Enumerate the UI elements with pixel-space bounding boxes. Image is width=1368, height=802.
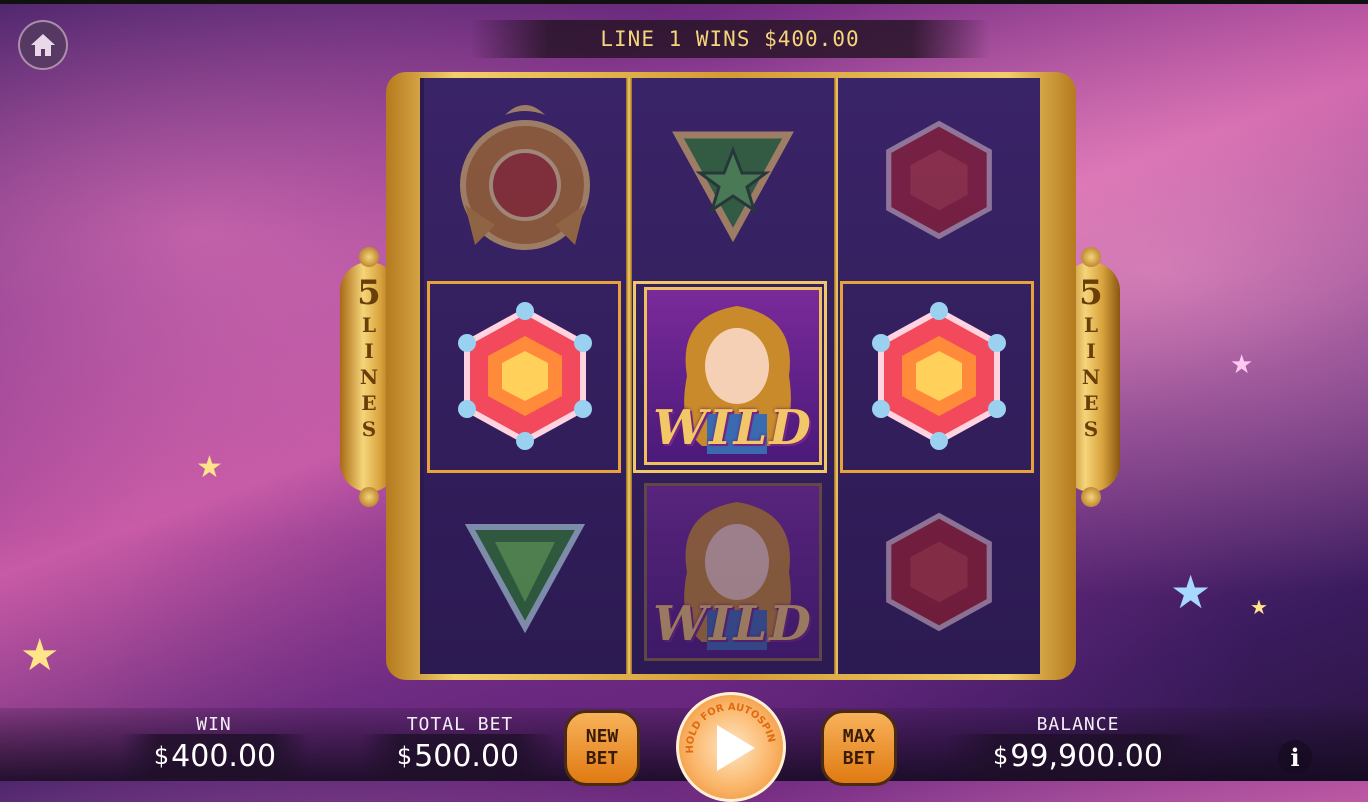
win-line-text: LINE 1 WINS $400.00 (600, 27, 860, 51)
total-bet-label: TOTAL BET (406, 714, 514, 735)
max-bet-line1: MAX (842, 726, 876, 747)
total-bet-amount: 500.00 (414, 738, 520, 774)
red-gem-symbol (838, 82, 1040, 278)
win-highlight (840, 281, 1034, 473)
star-decor: ★ (1250, 595, 1268, 619)
lines-letter: N (359, 365, 379, 389)
lines-letter: I (1086, 339, 1096, 363)
new-bet-button[interactable]: NEW BET (564, 710, 640, 786)
win-value: $400.00 (120, 734, 310, 778)
lines-count: 5 (357, 273, 381, 313)
lines-letter: S (361, 417, 377, 441)
lines-letter: L (1083, 313, 1099, 337)
home-icon (31, 34, 55, 56)
lines-letter: S (1083, 417, 1099, 441)
sun-emblem-symbol (424, 82, 626, 278)
green-gem-icon (464, 524, 586, 634)
balance-value: $99,900.00 (946, 734, 1210, 778)
max-bet-button[interactable]: MAX BET (821, 710, 897, 786)
star-shield-symbol (632, 82, 834, 278)
lines-letter: I (364, 339, 374, 363)
sun-emblem-icon (460, 105, 590, 250)
info-icon: i (1290, 742, 1300, 772)
balance-currency: $ (993, 742, 1009, 770)
total-bet-currency: $ (396, 742, 413, 770)
lines-count: 5 (1079, 273, 1103, 313)
total-bet-value: $500.00 (360, 734, 556, 778)
win-amount: 400.00 (171, 738, 277, 774)
new-bet-line1: NEW (585, 726, 619, 747)
lines-letter: L (361, 313, 377, 337)
wild-card: WILD (644, 483, 822, 661)
new-bet-line2: BET (585, 748, 619, 769)
play-icon (717, 725, 755, 771)
badge-knob (359, 247, 379, 267)
badge-knob (1081, 247, 1101, 267)
win-label: WIN (196, 714, 232, 735)
red-gem-icon (886, 512, 992, 632)
star-decor: ★ (1170, 565, 1212, 619)
star-decor: ★ (1230, 350, 1254, 380)
wild-symbol: WILD (632, 474, 834, 670)
star-decor: ★ (20, 630, 60, 681)
home-button[interactable] (18, 20, 68, 70)
top-edge (0, 0, 1368, 4)
badge-knob (1081, 487, 1101, 507)
star-decor: ★ (196, 450, 223, 485)
red-gem-icon (886, 120, 992, 240)
win-highlight (427, 281, 621, 473)
lines-letter: N (1081, 365, 1101, 389)
balance-amount: 99,900.00 (1010, 738, 1163, 774)
red-gem-symbol (838, 474, 1040, 670)
lines-letter: E (1083, 391, 1099, 415)
balance-label: BALANCE (1036, 714, 1120, 735)
wild-label: WILD (653, 596, 813, 652)
info-button[interactable]: i (1278, 740, 1312, 774)
spin-button[interactable]: HOLD FOR AUTOSPIN (676, 692, 786, 802)
lines-letter: E (361, 391, 377, 415)
green-gem-symbol (424, 474, 626, 670)
max-bet-line2: BET (842, 748, 876, 769)
badge-knob (359, 487, 379, 507)
win-line-banner: LINE 1 WINS $400.00 (470, 20, 990, 58)
wild-label: WILD (653, 400, 813, 456)
win-currency: $ (153, 742, 170, 770)
star-shield-icon (672, 131, 794, 243)
